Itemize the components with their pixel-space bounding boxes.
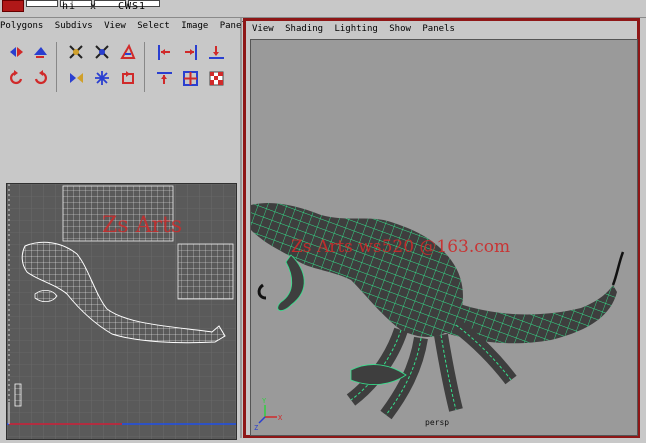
align-top-icon[interactable]	[154, 68, 175, 89]
top-strip: hi x CWS1	[0, 0, 646, 18]
align-right-icon[interactable]	[180, 42, 201, 63]
align-bottom-icon[interactable]	[206, 42, 227, 63]
sew-uv-icon[interactable]	[92, 42, 113, 63]
axis-z-label: Z	[254, 424, 258, 432]
menu-show[interactable]: Show	[389, 24, 411, 34]
right-edge-strip	[641, 18, 646, 438]
top-label-1: hi	[62, 1, 77, 12]
checker-map-icon[interactable]	[206, 68, 227, 89]
menu-shading[interactable]: Shading	[285, 24, 323, 34]
menu-lighting[interactable]: Lighting	[334, 24, 377, 34]
uv-texture-editor-panel: Polygons Subdivs View Select Image Panel…	[0, 18, 252, 440]
perspective-panel: View Shading Lighting Show Panels Zs Art…	[243, 18, 640, 438]
axis-x-label: X	[278, 414, 283, 422]
top-label-3: CWS1	[118, 1, 147, 12]
rotate-cw-icon[interactable]	[30, 68, 51, 89]
top-label-2: x	[90, 1, 98, 12]
axis-y-label: Y	[262, 397, 267, 405]
uv-layout-viewport[interactable]: Zs Arts	[6, 183, 237, 440]
uv-menu-bar: Polygons Subdivs View Select Image Panel…	[0, 21, 258, 35]
align-left-icon[interactable]	[154, 42, 175, 63]
top-field-1[interactable]	[26, 0, 58, 7]
email-watermark: Zs Arts ws520 @163.com	[291, 237, 510, 257]
menu-view-3d[interactable]: View	[252, 24, 274, 34]
uv-toolbar	[0, 42, 240, 92]
menu-subdivs[interactable]: Subdivs	[55, 21, 93, 31]
creature-wireframe-model: Zs Arts ws520 @163.com Y X Z	[251, 203, 625, 432]
toolbar-separator-2	[144, 42, 145, 92]
unfold-uv-icon[interactable]	[118, 68, 139, 89]
flip-uv-icon[interactable]	[6, 42, 27, 63]
menu-panels-3d[interactable]: Panels	[422, 24, 455, 34]
maya-logo-icon[interactable]	[2, 0, 24, 12]
perspective-viewport[interactable]: Zs Arts ws520 @163.com Y X Z persp	[250, 39, 638, 436]
toolbar-separator-1	[56, 42, 57, 92]
move-sew-icon[interactable]	[118, 42, 139, 63]
cut-uv-icon[interactable]	[66, 42, 87, 63]
rotate-uv-icon[interactable]	[30, 42, 51, 63]
menu-select[interactable]: Select	[137, 21, 170, 31]
viewport-menu-bar: View Shading Lighting Show Panels	[252, 24, 461, 34]
rotate-ccw-icon[interactable]	[6, 68, 27, 89]
menu-polygons[interactable]: Polygons	[0, 21, 43, 31]
menu-image[interactable]: Image	[181, 21, 208, 31]
axis-indicator-icon: Y X Z	[254, 397, 283, 432]
relax-uv-icon[interactable]	[92, 68, 113, 89]
menu-view[interactable]: View	[104, 21, 126, 31]
uv-layout-canvas: Zs Arts	[7, 184, 236, 439]
camera-label: persp	[425, 418, 450, 427]
grid-uv-icon[interactable]	[180, 68, 201, 89]
uv-watermark: Zs Arts	[102, 213, 182, 238]
layout-uv-icon[interactable]	[66, 68, 87, 89]
